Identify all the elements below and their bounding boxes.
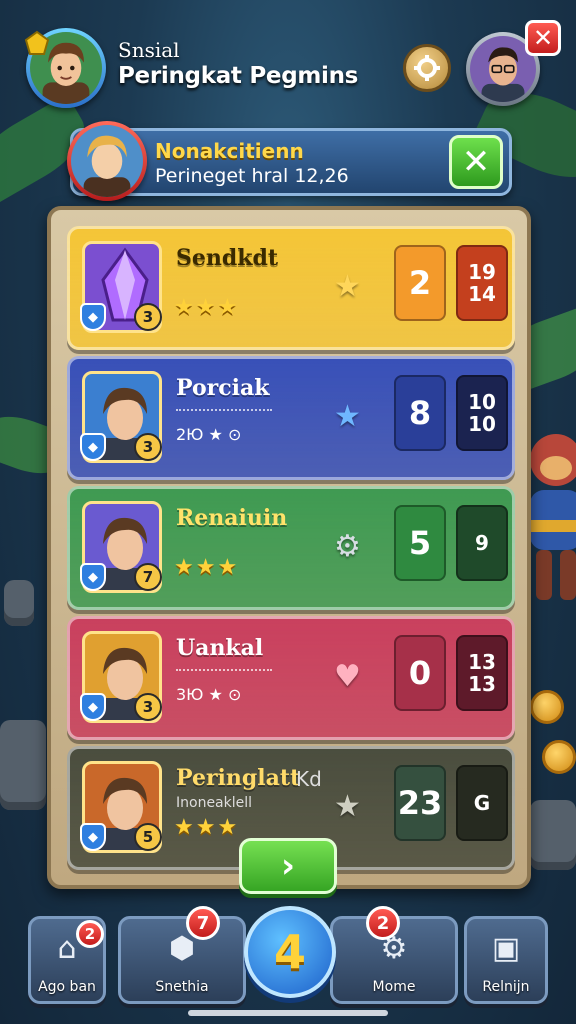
reward-icon: ★ — [334, 789, 361, 824]
rock-decoration — [0, 720, 46, 810]
notification-badge: 7 — [186, 906, 220, 940]
score-box: 10 10 — [456, 375, 508, 451]
next-button[interactable]: › — [239, 838, 337, 894]
rank-box: 8 — [394, 375, 446, 451]
star-rating: ★★★ — [174, 555, 240, 580]
center-play-button[interactable]: 4 — [244, 906, 336, 998]
shield-icon: ◆ — [80, 693, 106, 721]
level-badge: 3 — [134, 693, 162, 721]
leaderboard-row[interactable]: ◆ 3 Uankal 3Ю ★ ⊙ ♥ 0 13 13 — [67, 616, 515, 740]
close-icon: ✕ — [461, 142, 491, 182]
nav-label: Relnijn — [482, 979, 530, 995]
crown-gem-icon — [24, 30, 50, 55]
home-icon: ⌂ — [57, 931, 77, 966]
leaderboard-row[interactable]: ◆ 7 Renaiuin ★★★ ⚙ 5 9 — [67, 486, 515, 610]
shield-icon: ◆ — [80, 823, 106, 851]
reward-icon: ♥ — [334, 659, 361, 694]
reward-icon: ★ — [334, 269, 361, 304]
row-player-name: Peringlatt — [176, 765, 301, 791]
level-badge: 3 — [134, 433, 162, 461]
nav-shop[interactable]: ▣ Relnijn — [464, 916, 548, 1004]
score-box: 19 14 — [456, 245, 508, 321]
rank-box: 2 — [394, 245, 446, 321]
close-icon: ✕ — [532, 24, 554, 52]
header: Snsial Peringkat Pegmins ✕ — [0, 0, 576, 120]
coin-decoration — [542, 740, 576, 774]
shield-icon: ◆ — [80, 433, 106, 461]
level-badge: 5 — [134, 823, 162, 851]
rank-box: 0 — [394, 635, 446, 711]
level-badge: 3 — [134, 303, 162, 331]
nav-social[interactable]: ⬢ Snethia — [118, 916, 246, 1004]
gear-icon — [414, 55, 440, 81]
player-summary: Nonakcitienn Perineget hral 12,26 ✕ — [67, 121, 512, 205]
shield-icon: ◆ — [80, 303, 106, 331]
avatar-face-icon — [71, 125, 143, 205]
rank-box: 23 — [394, 765, 446, 841]
row-score: 3Ю ★ ⊙ — [176, 685, 242, 704]
shield-icon: ◆ — [80, 563, 106, 591]
rank-box: 5 — [394, 505, 446, 581]
settings-button[interactable] — [403, 44, 451, 92]
level-badge: 7 — [134, 563, 162, 591]
notification-badge: 2 — [366, 906, 400, 940]
player-summary-avatar[interactable] — [67, 121, 147, 205]
wave-decoration — [176, 669, 272, 677]
bottom-nav: ⌂ Ago ban 2 ⬢ Snethia 7 ⚙ Mome 2 ▣ Relni… — [28, 906, 548, 1006]
screen-subtitle: Snsial — [118, 38, 180, 62]
page-title: Peringkat Pegmins — [118, 63, 359, 89]
puzzle-icon: ⬢ — [168, 931, 196, 966]
nav-label: Ago ban — [38, 979, 96, 995]
player-rank-text: Perineget hral 12,26 — [155, 165, 349, 187]
score-box: 13 13 — [456, 635, 508, 711]
player-name: Nonakcitienn — [155, 139, 304, 163]
reward-icon: ★ — [334, 399, 361, 434]
leaderboard-row[interactable]: ◆ 3 Porciak 2Ю ★ ⊙ ★ 8 10 10 — [67, 356, 515, 480]
row-player-name: Sendkdt — [176, 245, 279, 271]
dismiss-button[interactable]: ✕ — [449, 135, 503, 189]
row-subtext: Inoneaklell — [176, 795, 253, 811]
score-box: 9 — [456, 505, 508, 581]
row-extra-text: Kd — [296, 767, 322, 791]
row-score: 2Ю ★ ⊙ — [176, 425, 242, 444]
nav-label: Snethia — [155, 979, 209, 995]
anvil-icon: ▣ — [491, 931, 521, 966]
star-rating: ★★★ — [174, 295, 240, 320]
rock-decoration — [530, 800, 576, 870]
wave-decoration — [176, 409, 272, 417]
close-button[interactable]: ✕ — [525, 20, 561, 56]
row-player-name: Uankal — [176, 635, 264, 661]
leaderboard-panel: ◆ 3 Sendkdt ★★★ ★ 2 19 14 ◆ 3 Porciak 2Ю ★ ⊙ ★ 8 10 1… — [47, 206, 531, 889]
rock-decoration — [4, 580, 34, 626]
notification-badge: 2 — [76, 920, 104, 948]
score-box: G — [456, 765, 508, 841]
coin-decoration — [530, 690, 564, 724]
reward-icon: ⚙ — [334, 529, 361, 564]
star-rating: ★★★ — [174, 815, 240, 840]
row-player-name: Porciak — [176, 375, 270, 401]
chevron-right-icon: › — [280, 846, 295, 886]
nav-label: Mome — [372, 979, 416, 995]
home-indicator — [188, 1010, 388, 1016]
leaderboard-row[interactable]: ◆ 3 Sendkdt ★★★ ★ 2 19 14 — [67, 226, 515, 350]
row-player-name: Renaiuin — [176, 505, 288, 531]
